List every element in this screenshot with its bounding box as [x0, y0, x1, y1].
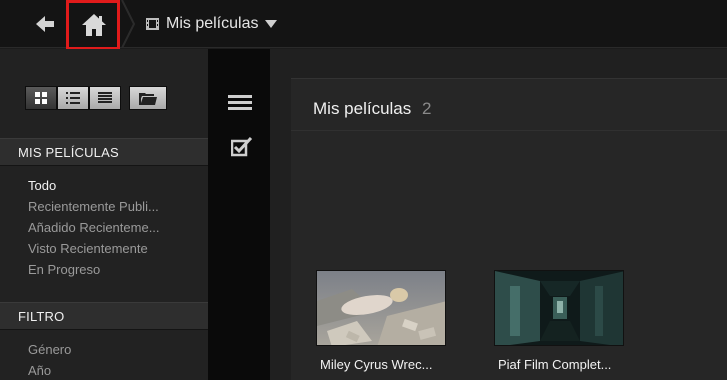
section-header-filter: FILTRO [0, 302, 208, 330]
tool-column [208, 49, 270, 380]
home-icon [82, 14, 106, 36]
movie-card[interactable]: Miley Cyrus Wrec... [316, 270, 446, 372]
movie-thumbnail[interactable] [494, 270, 624, 346]
film-icon [146, 18, 159, 30]
list-view-button[interactable] [57, 86, 89, 110]
menu-icon [228, 95, 252, 110]
sidebar: MIS PELÍCULAS Todo Recientemente Publi..… [0, 49, 208, 380]
view-mode-toolbar [25, 86, 167, 110]
folder-view-button[interactable] [129, 86, 167, 110]
back-arrow-icon [36, 16, 54, 32]
page-title: Mis películas [313, 99, 412, 118]
back-button[interactable] [33, 12, 57, 36]
grid-view-button[interactable] [25, 86, 57, 110]
breadcrumb-label: Mis películas [166, 15, 259, 32]
movie-title[interactable]: Miley Cyrus Wrec... [316, 357, 446, 372]
sidebar-filter-nav: Género Año [28, 339, 71, 380]
top-bar: Mis películas [0, 0, 727, 50]
breadcrumb-separator [121, 0, 136, 48]
movie-thumbnail[interactable] [316, 270, 446, 346]
detail-list-view-icon [98, 92, 112, 103]
home-highlight-box [66, 0, 120, 50]
sidebar-item-in-progress[interactable]: En Progreso [28, 259, 160, 280]
movie-card[interactable]: Piaf Film Complet... [494, 270, 624, 372]
filter-item-year[interactable]: Año [28, 360, 71, 380]
panel-divider [291, 130, 727, 131]
select-mode-button[interactable] [230, 136, 253, 162]
section-header-my-movies: MIS PELÍCULAS [0, 138, 208, 166]
filter-item-genre[interactable]: Género [28, 339, 71, 360]
checkbox-icon [230, 136, 253, 157]
folder-icon [139, 92, 157, 105]
movie-title[interactable]: Piaf Film Complet... [494, 357, 624, 372]
breadcrumb-my-movies[interactable]: Mis películas [146, 12, 278, 36]
sidebar-movie-nav: Todo Recientemente Publi... Añadido Reci… [28, 175, 160, 280]
movie-count-badge: 2 [422, 99, 432, 118]
sidebar-item-recently-released[interactable]: Recientemente Publi... [28, 196, 160, 217]
menu-button[interactable] [228, 95, 252, 116]
grid-view-icon [35, 92, 47, 104]
detail-list-view-button[interactable] [89, 86, 121, 110]
home-button[interactable] [81, 12, 107, 38]
sidebar-item-recently-watched[interactable]: Visto Recientemente [28, 238, 160, 259]
movies-panel: Mis películas 2 Miley Cyrus Wrec... Piaf… [291, 78, 727, 380]
sidebar-item-recently-added[interactable]: Añadido Recienteme... [28, 217, 160, 238]
caret-down-icon [265, 20, 278, 28]
sidebar-item-all[interactable]: Todo [28, 175, 160, 196]
list-view-icon [66, 92, 80, 104]
